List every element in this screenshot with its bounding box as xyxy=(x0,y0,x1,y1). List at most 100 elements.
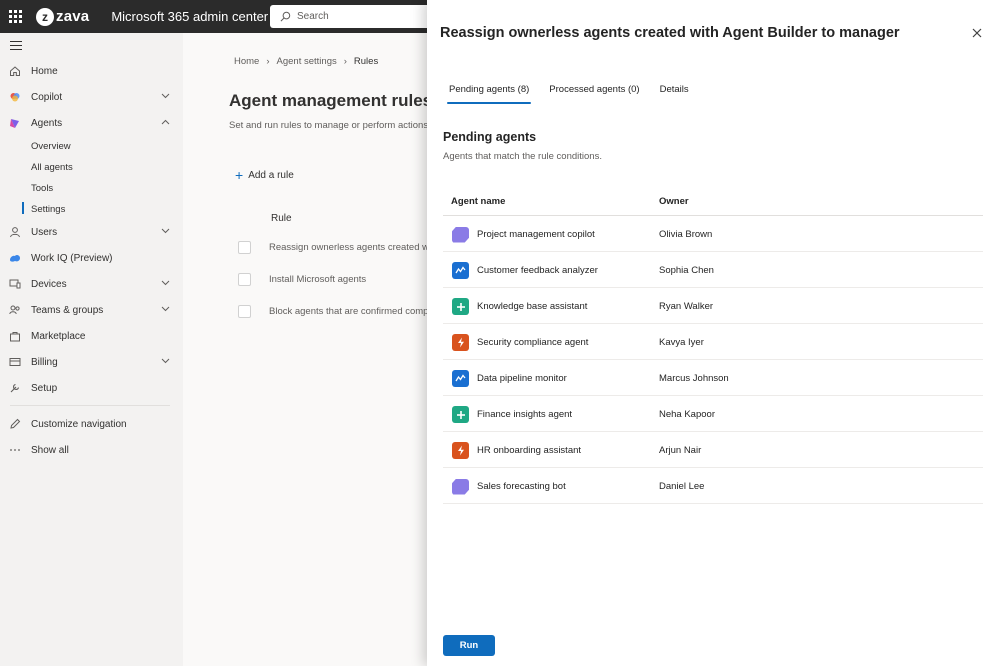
add-rule-label: Add a rule xyxy=(248,169,294,181)
plus-icon xyxy=(452,298,469,315)
nav-label: Copilot xyxy=(31,91,63,103)
agent-name[interactable]: Project management copilot xyxy=(477,229,595,240)
nav-divider xyxy=(10,405,170,406)
breadcrumb-agent-settings[interactable]: Agent settings xyxy=(277,56,337,67)
zava-logo-icon: z xyxy=(36,7,54,26)
nav-subitem-settings[interactable]: Settings xyxy=(31,204,65,215)
left-navigation: Home Copilot Agents Overview All agents … xyxy=(0,33,183,666)
nav-item-agents[interactable]: Agents xyxy=(0,112,183,134)
rule-row[interactable]: Reassign ownerless agents created wit xyxy=(238,241,427,254)
agent-owner: Neha Kapoor xyxy=(659,409,715,420)
nav-item-customize-navigation[interactable]: Customize navigation xyxy=(0,413,183,435)
rule-row[interactable]: Block agents that are confirmed comp xyxy=(238,305,427,318)
tab-processed-agents[interactable]: Processed agents (0) xyxy=(549,84,639,104)
nav-item-home[interactable]: Home xyxy=(0,60,183,82)
nav-subitem-tools[interactable]: Tools xyxy=(31,183,53,194)
search-icon xyxy=(280,11,291,22)
table-row[interactable]: Knowledge base assistant Ryan Walker xyxy=(443,288,983,324)
table-header: Agent name Owner xyxy=(443,190,983,216)
nav-item-marketplace[interactable]: Marketplace xyxy=(0,325,183,347)
nav-item-copilot[interactable]: Copilot xyxy=(0,86,183,108)
lightning-icon xyxy=(452,334,469,351)
teams-icon xyxy=(9,304,21,316)
row-checkbox[interactable] xyxy=(238,241,251,254)
table-row[interactable]: Customer feedback analyzer Sophia Chen xyxy=(443,252,983,288)
search-input[interactable]: Search xyxy=(270,5,440,28)
nav-item-users[interactable]: Users xyxy=(0,221,183,243)
chevron-down-icon[interactable] xyxy=(161,280,170,286)
row-checkbox[interactable] xyxy=(238,273,251,286)
plus-icon: + xyxy=(235,167,244,183)
add-rule-button[interactable]: + Add a rule xyxy=(235,167,294,183)
agent-owner: Ryan Walker xyxy=(659,301,714,312)
table-row[interactable]: Finance insights agent Neha Kapoor xyxy=(443,396,983,432)
chart-icon xyxy=(452,370,469,387)
nav-item-setup[interactable]: Setup xyxy=(0,377,183,399)
chevron-down-icon[interactable] xyxy=(161,93,170,99)
main-content: Home › Agent settings › Rules Agent mana… xyxy=(183,33,427,666)
more-icon xyxy=(9,444,21,456)
nav-label: Home xyxy=(31,65,58,77)
nav-item-devices[interactable]: Devices xyxy=(0,273,183,295)
chevron-down-icon[interactable] xyxy=(161,228,170,234)
pencil-icon xyxy=(9,418,21,430)
table-row[interactable]: Security compliance agent Kavya Iyer xyxy=(443,324,983,360)
chevron-down-icon[interactable] xyxy=(161,358,170,364)
chevron-right-icon: › xyxy=(343,56,347,67)
nav-subitem-overview[interactable]: Overview xyxy=(31,141,71,152)
close-icon[interactable] xyxy=(970,26,984,40)
agent-name[interactable]: HR onboarding assistant xyxy=(477,445,581,456)
nav-item-billing[interactable]: Billing xyxy=(0,351,183,373)
page-description: Set and run rules to manage or perform a… xyxy=(229,120,427,131)
rule-name[interactable]: Install Microsoft agents xyxy=(269,274,366,285)
nav-label: Teams & groups xyxy=(31,304,104,316)
nav-label: Billing xyxy=(31,356,58,368)
column-header-rule[interactable]: Rule xyxy=(271,213,292,224)
rule-name[interactable]: Block agents that are confirmed comp xyxy=(269,306,427,317)
home-icon xyxy=(9,65,21,77)
breadcrumb-home[interactable]: Home xyxy=(234,56,259,67)
agent-owner: Kavya Iyer xyxy=(659,337,704,348)
tab-pending-agents[interactable]: Pending agents (8) xyxy=(446,84,532,104)
table-row[interactable]: HR onboarding assistant Arjun Nair xyxy=(443,432,983,468)
nav-item-show-all[interactable]: Show all xyxy=(0,439,183,461)
app-title[interactable]: Microsoft 365 admin center xyxy=(111,9,268,24)
row-checkbox[interactable] xyxy=(238,305,251,318)
workiq-icon xyxy=(9,252,21,264)
tab-details[interactable]: Details xyxy=(660,84,689,104)
hamburger-menu-icon[interactable] xyxy=(10,41,22,53)
chevron-up-icon[interactable] xyxy=(161,119,170,125)
agent-name[interactable]: Finance insights agent xyxy=(477,409,572,420)
app-launcher-button[interactable] xyxy=(0,0,30,33)
section-subtitle: Agents that match the rule conditions. xyxy=(443,151,602,162)
rule-row[interactable]: Install Microsoft agents xyxy=(238,273,427,286)
active-indicator xyxy=(22,202,24,214)
run-button[interactable]: Run xyxy=(443,635,495,656)
chevron-down-icon[interactable] xyxy=(161,306,170,312)
table-row[interactable]: Data pipeline monitor Marcus Johnson xyxy=(443,360,983,396)
plus-icon xyxy=(452,406,469,423)
agent-name[interactable]: Customer feedback analyzer xyxy=(477,265,598,276)
nav-subitem-all-agents[interactable]: All agents xyxy=(31,162,73,173)
page-title: Agent management rules xyxy=(229,91,427,110)
nav-label: Setup xyxy=(31,382,58,394)
section-title: Pending agents xyxy=(443,130,537,144)
purple-hex-icon xyxy=(452,478,469,495)
setup-icon xyxy=(9,382,21,394)
table-row[interactable]: Project management copilot Olivia Brown xyxy=(443,216,983,252)
agent-name[interactable]: Data pipeline monitor xyxy=(477,373,567,384)
nav-item-work-iq[interactable]: Work IQ (Preview) xyxy=(0,247,183,269)
column-header-agent-name[interactable]: Agent name xyxy=(451,196,505,207)
nav-label: Show all xyxy=(31,444,69,456)
brand-logo[interactable]: z zava xyxy=(36,7,89,26)
agent-name[interactable]: Sales forecasting bot xyxy=(477,481,566,492)
column-header-owner[interactable]: Owner xyxy=(659,196,689,207)
agent-name[interactable]: Security compliance agent xyxy=(477,337,588,348)
breadcrumb: Home › Agent settings › Rules xyxy=(234,56,378,67)
nav-item-teams-groups[interactable]: Teams & groups xyxy=(0,299,183,321)
rule-name[interactable]: Reassign ownerless agents created wit xyxy=(269,242,427,253)
devices-icon xyxy=(9,278,21,290)
agent-name[interactable]: Knowledge base assistant xyxy=(477,301,587,312)
nav-label: Devices xyxy=(31,278,67,290)
table-row[interactable]: Sales forecasting bot Daniel Lee xyxy=(443,468,983,504)
